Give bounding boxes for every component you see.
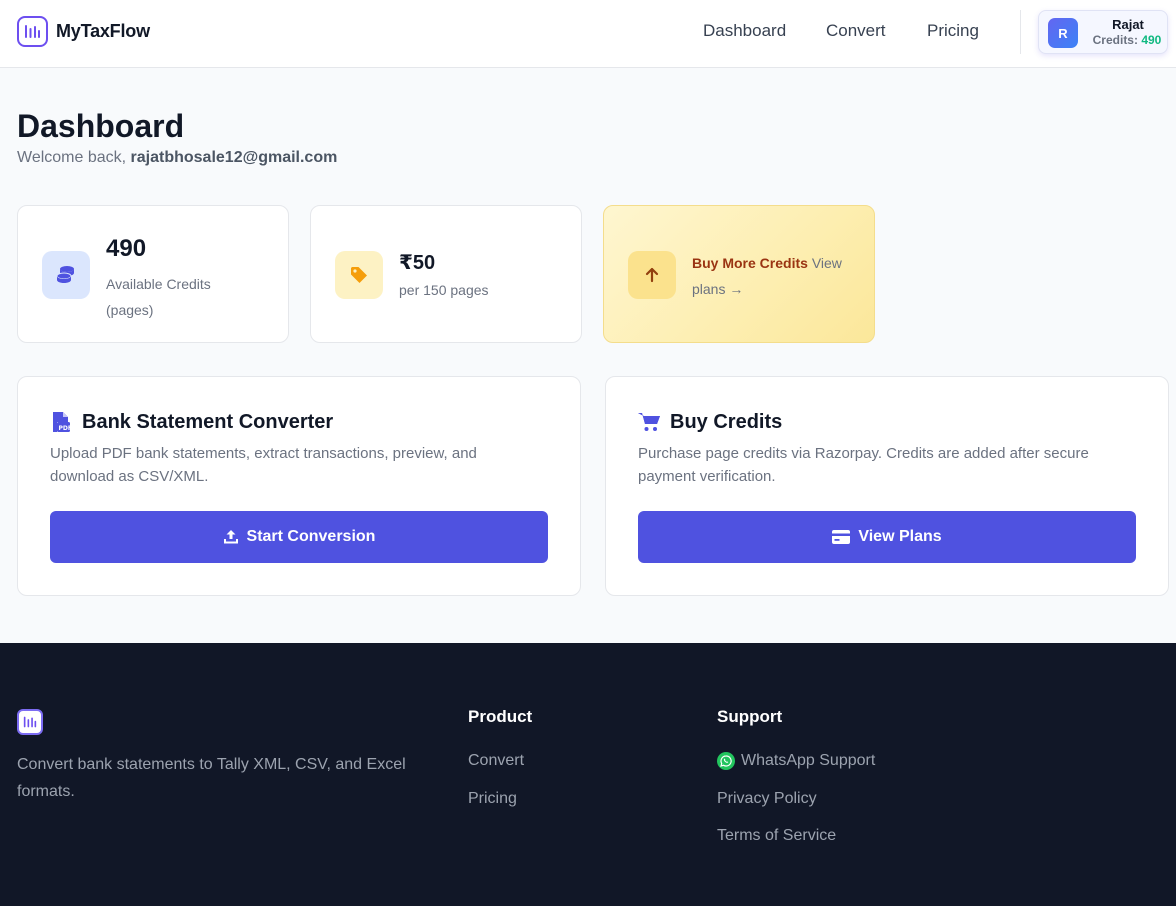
- price-label: per 150 pages: [399, 282, 489, 298]
- nav-pricing[interactable]: Pricing: [927, 21, 979, 43]
- converter-description: Upload PDF bank statements, extract tran…: [50, 445, 477, 485]
- cart-icon: [637, 410, 661, 434]
- buy-credits-title: Buy Credits: [670, 411, 783, 433]
- available-credits-label: Available Credits (pages): [106, 276, 211, 318]
- upload-icon: [223, 529, 239, 545]
- whatsapp-support-label: WhatsApp Support: [741, 752, 876, 769]
- footer-link-whatsapp-support[interactable]: WhatsApp Support: [717, 752, 875, 770]
- converter-title: Bank Statement Converter: [82, 411, 334, 433]
- buy-credits-description: Purchase page credits via Razorpay. Cred…: [638, 445, 1089, 485]
- top-navbar: MyTaxFlow Dashboard Convert Pricing R Ra…: [0, 0, 1176, 68]
- buy-more-credits-card[interactable]: Buy More Credits View plans →: [603, 205, 875, 343]
- user-credits: Credits: 490: [1087, 33, 1167, 47]
- user-credits-label: Credits:: [1092, 33, 1138, 47]
- footer-product-heading: Product: [468, 707, 533, 726]
- user-menu[interactable]: R Rajat Credits: 490: [1038, 10, 1168, 54]
- whatsapp-icon: [717, 752, 735, 770]
- brand-name: MyTaxFlow: [56, 21, 150, 41]
- start-conversion-label: Start Conversion: [246, 528, 376, 545]
- avatar: R: [1048, 18, 1078, 48]
- user-name: Rajat: [1112, 17, 1144, 32]
- view-plans-label: View Plans: [858, 528, 942, 545]
- buy-more-credits-text: Buy More Credits View plans →: [692, 250, 862, 302]
- view-plans-button[interactable]: View Plans: [638, 511, 1136, 563]
- nav-dashboard[interactable]: Dashboard: [703, 21, 786, 43]
- footer-support-heading: Support: [717, 707, 783, 726]
- buy-credits-card: Buy Credits Purchase page credits via Ra…: [605, 376, 1169, 596]
- footer-link-terms-of-service[interactable]: Terms of Service: [717, 827, 836, 845]
- footer-tagline: Convert bank statements to Tally XML, CS…: [17, 756, 406, 800]
- footer-link-convert[interactable]: Convert: [468, 752, 524, 770]
- welcome-message: Welcome back, rajatbhosale12@gmail.com: [17, 149, 337, 167]
- coins-icon: [42, 251, 90, 299]
- footer: Convert bank statements to Tally XML, CS…: [0, 643, 1176, 906]
- bank-statement-converter-card: PDF Bank Statement Converter Upload PDF …: [17, 376, 581, 596]
- user-credits-value: 490: [1141, 33, 1162, 47]
- credits-stat-card: 490 Available Credits (pages): [17, 205, 289, 343]
- nav-convert[interactable]: Convert: [826, 21, 886, 43]
- tag-icon: [335, 251, 383, 299]
- footer-logo-icon: [17, 709, 43, 735]
- svg-text:PDF: PDF: [59, 425, 72, 432]
- arrow-up-icon: [628, 251, 676, 299]
- nav-divider: [1020, 10, 1021, 54]
- user-email: rajatbhosale12@gmail.com: [130, 149, 338, 166]
- available-credits-value: 490: [106, 235, 147, 262]
- buy-more-credits-label: Buy More Credits: [692, 255, 808, 271]
- welcome-prefix: Welcome back,: [17, 149, 127, 166]
- bar-chart-logo-icon: [17, 16, 48, 47]
- page-title: Dashboard: [17, 108, 185, 144]
- brand-logo[interactable]: MyTaxFlow: [17, 16, 150, 47]
- start-conversion-button[interactable]: Start Conversion: [50, 511, 548, 563]
- pdf-file-icon: PDF: [49, 410, 73, 434]
- price-value: ₹50: [399, 252, 436, 274]
- footer-link-privacy-policy[interactable]: Privacy Policy: [717, 790, 817, 808]
- credit-card-icon: [832, 530, 851, 544]
- footer-link-pricing[interactable]: Pricing: [468, 790, 517, 808]
- price-stat-card: ₹50 per 150 pages: [310, 205, 582, 343]
